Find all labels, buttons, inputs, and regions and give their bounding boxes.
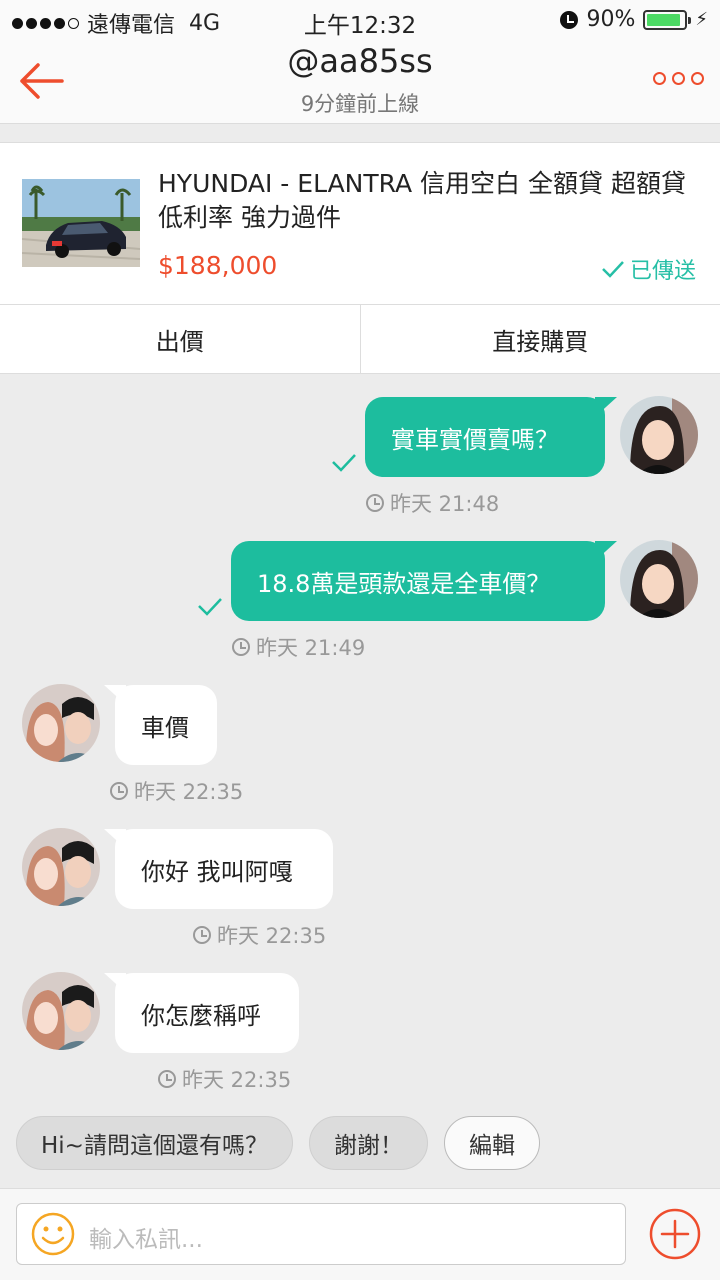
bubble-tail [104,973,126,993]
buy-now-button[interactable]: 直接購買 [359,305,720,373]
more-dot-icon [653,72,666,85]
clock-icon [366,494,384,512]
message-time: 昨天 21:49 [232,632,365,662]
message-time: 昨天 22:35 [110,776,243,806]
chat-username: @aa85ss [287,42,433,80]
emoji-icon[interactable] [31,1212,75,1256]
charging-icon: ⚡ [695,9,708,30]
message-timestamp: 昨天 21:49 [256,636,366,660]
product-card[interactable]: HYUNDAI - ELANTRA 信用空白 全額貸 超額貸 低利率 強力過件 … [0,142,720,304]
my-avatar[interactable] [620,540,698,618]
my-avatar[interactable] [620,396,698,474]
alarm-icon [560,10,579,29]
clock-icon [110,782,128,800]
message-bubble-outgoing[interactable]: 18.8萬是頭款還是全車價？ [231,541,605,621]
message-bubble-outgoing[interactable]: 實車實價賣嗎？ [365,397,605,477]
bubble-tail [595,541,617,561]
message-timestamp: 昨天 22:35 [134,780,244,804]
message-timestamp: 昨天 21:48 [390,492,500,516]
message-timestamp: 昨天 22:35 [217,924,327,948]
quick-replies: Hi~請問這個還有嗎？ 謝謝！ 編輯 [16,1116,540,1170]
contact-avatar[interactable] [22,828,100,906]
edit-quick-replies-button[interactable]: 編輯 [443,1116,540,1170]
message-composer: 輸入私訊... [0,1188,720,1280]
battery-icon [643,9,692,30]
read-check-icon [332,454,356,472]
message-timestamp: 昨天 22:35 [182,1068,292,1092]
message-text: 你好 我叫阿嘎 [141,857,293,886]
product-thumbnail [22,179,140,267]
check-icon [602,261,624,278]
product-actions: 出價 直接購買 [0,304,720,374]
clock-icon [158,1070,176,1088]
message-bubble-incoming[interactable]: 車價 [115,685,217,765]
status-bar: 遠傳電信 4G 上午12:32 90% ⚡ [0,0,720,40]
add-attachment-button[interactable] [648,1207,702,1261]
clock-icon [232,638,250,656]
message-input-placeholder: 輸入私訊... [89,1227,203,1253]
message-input[interactable]: 輸入私訊... [16,1203,626,1265]
product-title: HYUNDAI - ELANTRA 信用空白 全額貸 超額貸 低利率 強力過件 [158,169,686,232]
product-price: $188,000 [158,251,278,280]
message-text: 實車實價賣嗎？ [391,425,559,454]
message-time: 昨天 21:48 [366,488,499,518]
message-bubble-incoming[interactable]: 你怎麼稱呼 [115,973,299,1053]
more-options-button[interactable] [653,72,704,85]
make-offer-button[interactable]: 出價 [0,305,360,373]
clock-icon [193,926,211,944]
message-time: 昨天 22:35 [193,920,326,950]
quick-reply-chip[interactable]: 謝謝！ [308,1116,428,1170]
message-bubble-incoming[interactable]: 你好 我叫阿嘎 [115,829,333,909]
message-text: 你怎麼稱呼 [141,1001,261,1030]
sent-status: 已傳送 [600,253,696,285]
more-dot-icon [672,72,685,85]
chat-header: @aa85ss 9分鐘前上線 [0,40,720,124]
bubble-tail [595,397,617,417]
sent-status-label: 已傳送 [629,259,696,284]
quick-reply-chip[interactable]: Hi~請問這個還有嗎？ [16,1116,293,1170]
contact-avatar[interactable] [22,972,100,1050]
battery-percent: 90% [586,7,636,32]
message-text: 車價 [141,713,189,742]
read-check-icon [198,598,222,616]
contact-avatar[interactable] [22,684,100,762]
bubble-tail [104,829,126,849]
message-text: 18.8萬是頭款還是全車價？ [257,569,551,598]
bubble-tail [104,685,126,705]
last-online-status: 9分鐘前上線 [300,92,420,116]
message-time: 昨天 22:35 [158,1064,291,1094]
more-dot-icon [691,72,704,85]
